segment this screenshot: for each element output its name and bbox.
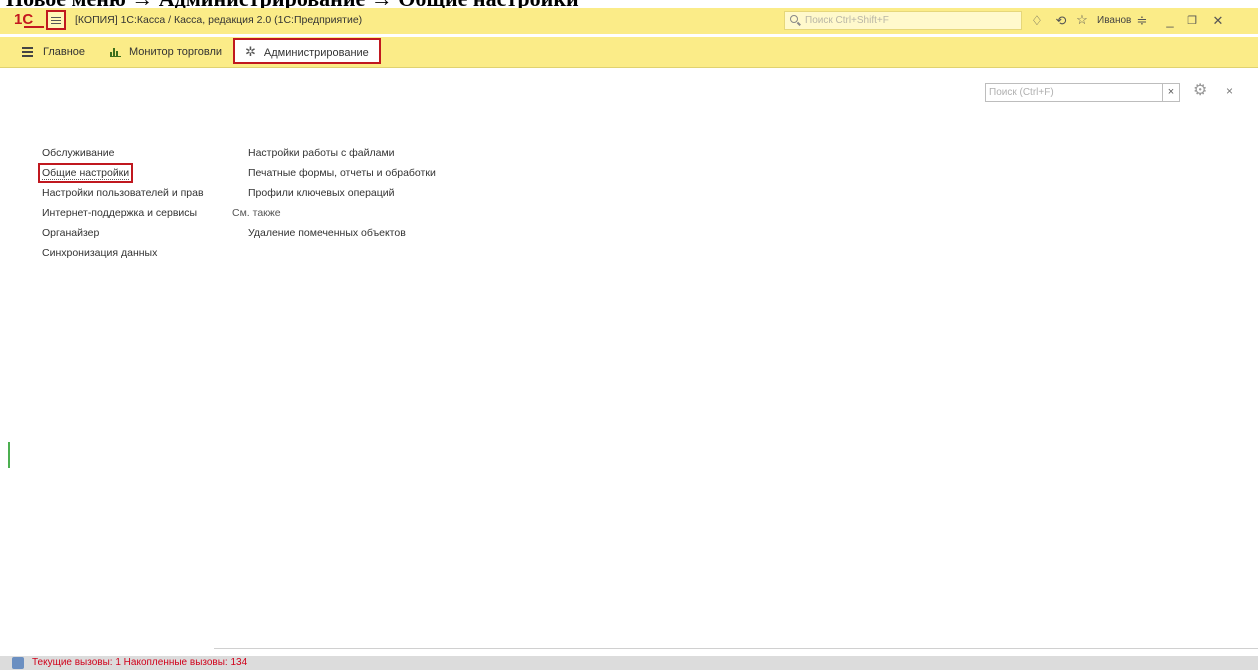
nav-internet-support[interactable]: Интернет-поддержка и сервисы: [42, 203, 204, 223]
nav-organizer[interactable]: Органайзер: [42, 223, 204, 243]
title-bar: 1С [КОПИЯ] 1С:Касса / Касса, редакция 2.…: [0, 8, 1258, 34]
restore-icon[interactable]: ❐: [1186, 12, 1198, 30]
nav-data-sync[interactable]: Синхронизация данных: [42, 243, 204, 263]
nav-users-rights[interactable]: Настройки пользователей и прав: [42, 183, 204, 203]
bar-chart-icon: [110, 47, 121, 57]
gear-icon: ✲: [245, 44, 256, 59]
close-icon[interactable]: ✕: [1212, 12, 1224, 30]
star-icon[interactable]: ☆: [1075, 11, 1089, 29]
status-text: Текущие вызовы: 1 Накопленные вызовы: 13…: [32, 657, 248, 668]
left-nav: Обслуживание Общие настройки Настройки п…: [38, 143, 204, 263]
section-administration[interactable]: ✲ Администрирование: [233, 38, 381, 64]
history-icon[interactable]: ⟲: [1054, 12, 1068, 30]
cmd-delete-marked[interactable]: Удаление помеченных объектов: [248, 223, 436, 243]
search-icon: [790, 15, 798, 23]
user-name[interactable]: Иванов: [1097, 15, 1131, 26]
clear-search-button[interactable]: ×: [1162, 83, 1180, 102]
section-main[interactable]: Главное: [22, 37, 85, 67]
form-settings-gear-icon[interactable]: ⚙: [1193, 80, 1207, 100]
bell-icon[interactable]: ♢: [1030, 12, 1044, 30]
cmd-print-forms[interactable]: Печатные формы, отчеты и обработки: [248, 163, 436, 183]
1c-logo: 1С: [14, 11, 44, 29]
hamburger-icon: [22, 45, 33, 59]
settings-menu-icon[interactable]: ≑: [1135, 12, 1149, 30]
form-search-input[interactable]: Поиск (Ctrl+F): [985, 83, 1163, 102]
nav-maintenance[interactable]: Обслуживание: [42, 143, 204, 163]
global-search-input[interactable]: Поиск Ctrl+Shift+F: [784, 11, 1022, 30]
section-panel: Главное Монитор торговли ✲ Администрирова…: [0, 37, 1258, 68]
status-bar: Текущие вызовы: 1 Накопленные вызовы: 13…: [0, 656, 1258, 670]
section-trade-monitor[interactable]: Монитор торговли: [110, 37, 222, 67]
bottom-divider: [214, 648, 1258, 649]
nav-general-settings[interactable]: Общие настройки: [38, 163, 134, 183]
document-caption: Новое меню → Администрирование → Общие н…: [0, 0, 1258, 8]
see-also-heading: См. также: [232, 207, 281, 219]
left-edge-marker: [8, 442, 10, 468]
minimize-icon[interactable]: _: [1164, 12, 1176, 30]
cmd-file-settings[interactable]: Настройки работы с файлами: [248, 143, 436, 163]
commands-panel: Настройки работы с файлами Печатные форм…: [232, 143, 436, 243]
status-icon[interactable]: [12, 657, 24, 669]
main-menu-button[interactable]: [46, 10, 66, 30]
window-title: [КОПИЯ] 1С:Касса / Касса, редакция 2.0 (…: [75, 14, 363, 26]
cmd-key-operations[interactable]: Профили ключевых операций: [248, 183, 436, 203]
close-form-button[interactable]: ×: [1226, 84, 1233, 98]
